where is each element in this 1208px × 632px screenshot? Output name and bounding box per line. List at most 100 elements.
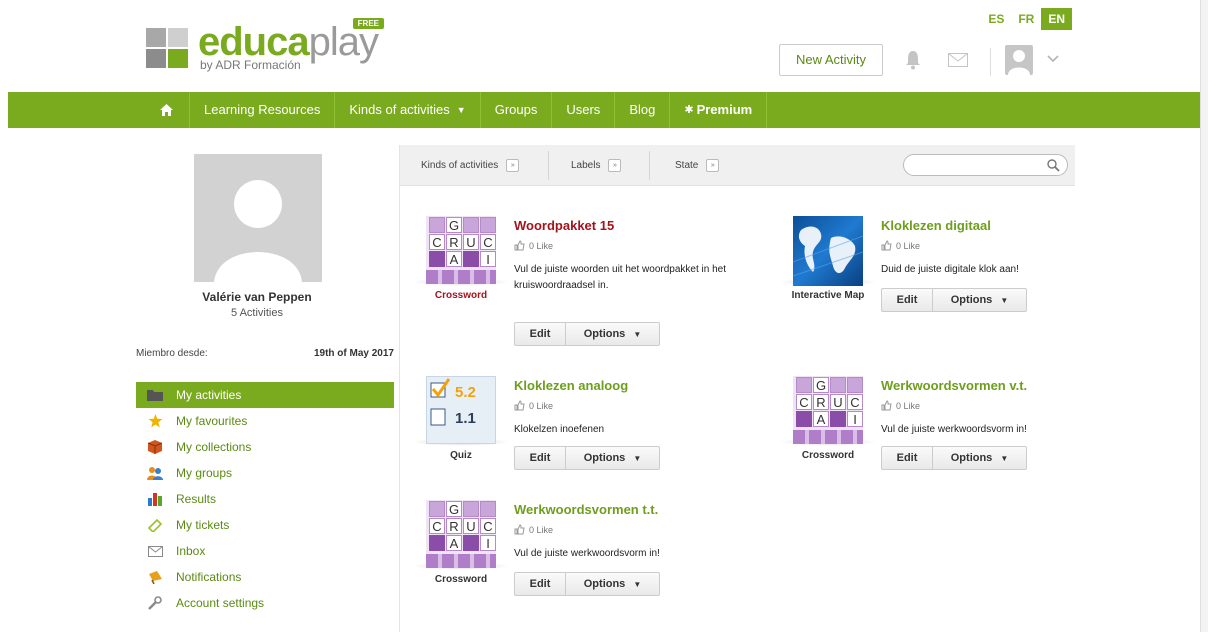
thumbs-up-icon (514, 400, 525, 411)
activity-type-label: Interactive Map (791, 290, 865, 301)
options-button[interactable]: Options ▼ (566, 572, 660, 596)
edit-button[interactable]: Edit (881, 288, 933, 312)
activity-card: G CRUC AI Crossword Woordpakket 15 0 Lik… (412, 216, 756, 346)
like-count[interactable]: 0 Like (514, 524, 553, 535)
sidebar-menu: My activities My favourites My collectio… (136, 382, 394, 616)
activity-title[interactable]: Kloklezen analoog (514, 378, 628, 393)
nav-home[interactable] (144, 92, 190, 128)
sidebar-item-my-favourites[interactable]: My favourites (136, 408, 394, 434)
activity-card: Interactive Map Kloklezen digitaal 0 Lik… (779, 216, 1123, 346)
new-activity-button[interactable]: New Activity (779, 44, 883, 76)
nav-groups[interactable]: Groups (481, 92, 553, 128)
wrench-icon (147, 596, 163, 610)
lang-es[interactable]: ES (981, 8, 1011, 30)
nav-users[interactable]: Users (552, 92, 616, 128)
options-button[interactable]: Options ▼ (566, 446, 660, 470)
sidebar-item-my-activities[interactable]: My activities (136, 382, 394, 408)
folder-icon (147, 388, 163, 402)
sidebar-item-account-settings[interactable]: Account settings (136, 590, 394, 616)
search-icon[interactable] (1047, 159, 1060, 172)
crossword-thumbnail[interactable]: G CRUC AI (793, 376, 863, 452)
crossword-thumbnail[interactable]: G CRUC AI (426, 216, 496, 292)
filter-state[interactable]: State » (675, 159, 720, 172)
logo-mark (146, 28, 188, 68)
filter-labels[interactable]: Labels » (571, 159, 622, 172)
double-chevron-down-icon[interactable]: » (706, 159, 720, 172)
filter-kinds[interactable]: Kinds of activities » (421, 159, 520, 172)
lang-fr[interactable]: FR (1011, 8, 1041, 30)
activity-description: Duid de juiste digitale klok aan! (881, 264, 1019, 275)
profile-activity-count: 5 Activities (231, 307, 283, 319)
svg-text:1.1: 1.1 (455, 410, 476, 427)
header-separator (990, 48, 991, 76)
quiz-thumbnail[interactable]: 5.2 1.1 (426, 376, 496, 452)
lang-en[interactable]: EN (1041, 8, 1072, 30)
activity-type-label: Crossword (434, 290, 488, 301)
like-count[interactable]: 0 Like (514, 240, 553, 251)
options-button[interactable]: Options ▼ (933, 446, 1027, 470)
thumbs-up-icon (514, 240, 525, 251)
activity-title[interactable]: Woordpakket 15 (514, 218, 614, 233)
activity-title[interactable]: Werkwoordsvormen t.t. (514, 502, 658, 517)
like-count[interactable]: 0 Like (881, 400, 920, 411)
sidebar-item-results[interactable]: Results (136, 486, 394, 512)
activity-title[interactable]: Werkwoordsvormen v.t. (881, 378, 1027, 393)
home-icon (160, 104, 173, 116)
envelope-icon (147, 544, 163, 558)
mail-icon[interactable] (948, 53, 968, 67)
free-badge: FREE (352, 18, 384, 29)
edit-button[interactable]: Edit (514, 322, 566, 346)
educaplay-logo[interactable]: educaplay by ADR Formación FREE (146, 18, 384, 72)
double-chevron-down-icon[interactable]: » (608, 159, 622, 172)
main-navbar: Learning Resources Kinds of activities ▼ … (8, 92, 1200, 128)
sidebar-item-notifications[interactable]: Notifications (136, 564, 394, 590)
scrollbar[interactable] (1200, 0, 1208, 632)
svg-text:5.2: 5.2 (455, 384, 476, 401)
nav-premium[interactable]: ✱ Premium (670, 92, 768, 128)
language-selector: ES FR EN (981, 8, 1072, 30)
caret-down-icon: ▼ (1000, 453, 1009, 463)
sidebar-item-inbox[interactable]: Inbox (136, 538, 394, 564)
thumbs-up-icon (881, 400, 892, 411)
edit-button[interactable]: Edit (514, 572, 566, 596)
nav-blog[interactable]: Blog (615, 92, 671, 128)
like-count[interactable]: 0 Like (881, 240, 920, 251)
nav-learning-resources[interactable]: Learning Resources (190, 92, 336, 128)
search-input[interactable] (903, 154, 1068, 176)
sidebar-item-my-tickets[interactable]: My tickets (136, 512, 394, 538)
caret-down-icon: ▼ (633, 453, 642, 463)
caret-down-icon: ▼ (1000, 295, 1009, 305)
activity-description: Vul de juiste woorden uit het woordpakke… (514, 264, 726, 291)
options-button[interactable]: Options ▼ (566, 322, 660, 346)
activity-type-label: Quiz (450, 450, 472, 461)
options-button[interactable]: Options ▼ (933, 288, 1027, 312)
crossword-thumbnail[interactable]: G CRUC AI (426, 500, 496, 576)
activity-description: Vul de juiste werkwoordsvorm in! (514, 548, 660, 559)
like-count[interactable]: 0 Like (514, 400, 553, 411)
member-since-label: Miembro desde: (136, 348, 208, 359)
user-avatar[interactable] (1005, 45, 1033, 75)
sidebar-item-my-collections[interactable]: My collections (136, 434, 394, 460)
double-chevron-down-icon[interactable]: » (506, 159, 520, 172)
activity-description: Vul de juiste werkwoordsvorm in! (881, 424, 1027, 435)
map-thumbnail[interactable] (793, 216, 863, 292)
bar-chart-icon (147, 492, 163, 506)
edit-button[interactable]: Edit (881, 446, 933, 470)
activity-type-label: Crossword (434, 574, 488, 585)
profile-name: Valérie van Peppen (202, 290, 312, 304)
bell-icon[interactable] (905, 50, 921, 70)
thumbs-up-icon (881, 240, 892, 251)
premium-star-icon: ✱ (684, 104, 694, 116)
profile-avatar (194, 154, 322, 282)
caret-down-icon: ▼ (633, 329, 642, 339)
activity-title[interactable]: Kloklezen digitaal (881, 218, 991, 233)
chevron-down-icon[interactable] (1047, 55, 1059, 63)
edit-button[interactable]: Edit (514, 446, 566, 470)
nav-kinds-of-activities[interactable]: Kinds of activities ▼ (335, 92, 481, 128)
group-icon (147, 466, 163, 480)
sidebar-item-my-groups[interactable]: My groups (136, 460, 394, 486)
box-icon (147, 440, 163, 454)
member-since-date: 19th of May 2017 (313, 348, 394, 359)
activity-card: G CRUC AI Crossword Werkwoordsvormen v.t… (779, 376, 1123, 506)
caret-down-icon: ▼ (456, 105, 466, 115)
